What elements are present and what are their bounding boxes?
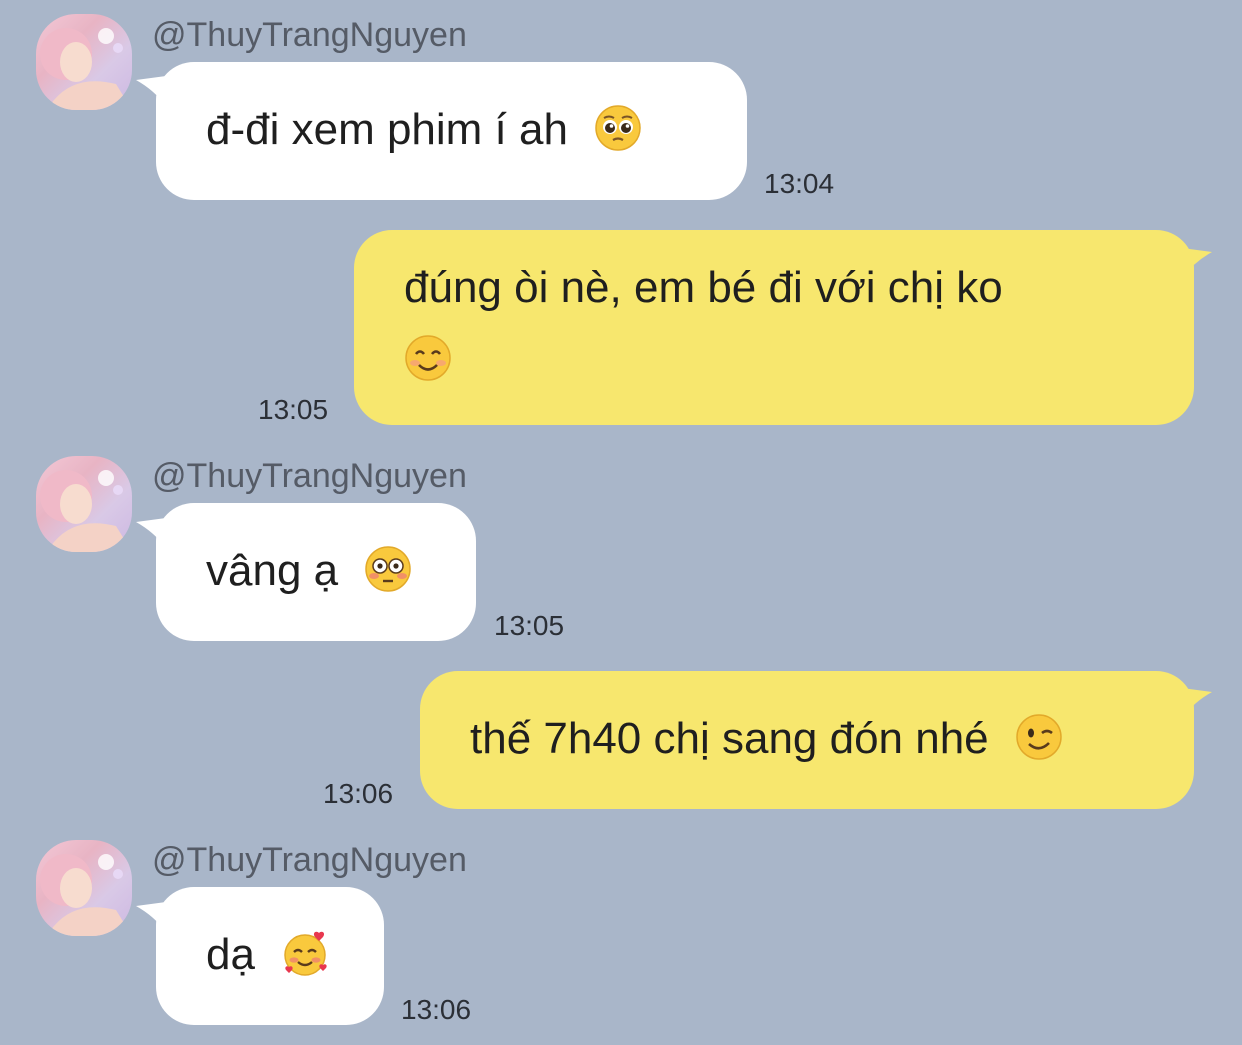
message-timestamp: 13:05 [494, 610, 565, 641]
message-text: đ-đi xem phim í ah [206, 105, 568, 154]
avatar[interactable] [36, 840, 132, 936]
avatar[interactable] [36, 456, 132, 552]
winking-face-icon [1015, 713, 1063, 761]
sender-name: @ThuyTrangNguyen [152, 16, 467, 54]
flushed-face-icon [364, 545, 412, 593]
message-timestamp: 13:04 [764, 168, 835, 199]
bubble-tail [1182, 248, 1212, 278]
message-bubble[interactable]: đ-đi xem phim í ah [156, 62, 747, 200]
sender-name: @ThuyTrangNguyen [152, 841, 467, 879]
message-timestamp: 13:06 [323, 778, 394, 809]
message-timestamp: 13:05 [258, 394, 329, 425]
message-text: đúng òi nè, em bé đi với chị ko [404, 263, 1003, 312]
message-text: thế 7h40 chị sang đón nhé [470, 714, 989, 763]
sender-name: @ThuyTrangNguyen [152, 457, 467, 495]
message-text: vâng ạ [206, 546, 339, 595]
message-timestamp: 13:06 [401, 994, 472, 1025]
message-bubble[interactable]: thế 7h40 chị sang đón nhé [420, 671, 1194, 809]
message-bubble[interactable]: dạ [156, 887, 384, 1025]
pleading-face-icon [594, 104, 642, 152]
avatar[interactable] [36, 14, 132, 110]
message-bubble[interactable]: đúng òi nè, em bé đi với chị ko [354, 230, 1194, 425]
smiling-face-icon [404, 334, 452, 382]
smiling-face-with-hearts-icon [281, 929, 329, 977]
message-bubble[interactable]: vâng ạ [156, 503, 476, 641]
bubble-tail [1182, 688, 1212, 718]
message-text: dạ [206, 930, 255, 979]
